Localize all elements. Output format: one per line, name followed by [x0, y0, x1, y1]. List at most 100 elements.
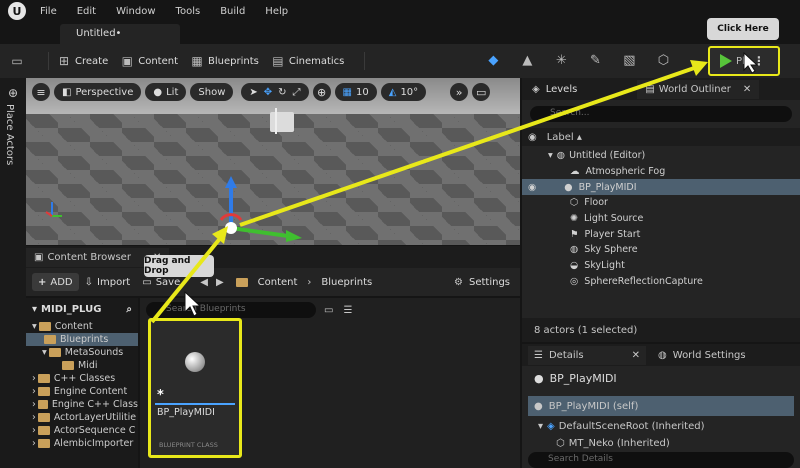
outliner-row-label: Player Start [584, 228, 641, 240]
outliner-column-label[interactable]: Label ▴ [547, 132, 582, 143]
breadcrumb-blueprints[interactable]: Blueprints [321, 277, 372, 288]
save-search-icon[interactable]: ▭ [324, 305, 333, 316]
tree-item[interactable]: ▾ Content [26, 320, 138, 333]
folder-icon [37, 426, 50, 435]
tab-world-outliner[interactable]: ▤ World Outliner ✕ [637, 79, 760, 99]
breadcrumb-content[interactable]: Content [258, 277, 298, 288]
settings-button[interactable]: Settings [469, 277, 510, 288]
history-back-icon[interactable]: ◀ [200, 277, 208, 288]
content-button[interactable]: ▣ Content [120, 54, 178, 68]
create-label: Create [75, 55, 109, 67]
modeling-mode-icon[interactable]: ⬡ [655, 53, 671, 69]
outliner-row-selected[interactable]: ◉ ● BP_PlayMIDI [522, 179, 800, 196]
expand-arrow-icon[interactable]: ▾ [538, 421, 543, 432]
expand-arrow-icon[interactable]: › [32, 386, 36, 397]
visibility-eye-icon[interactable]: ◉ [528, 132, 537, 143]
filter-icon[interactable]: ☰ [343, 305, 352, 316]
content-browser-tab-bar: ▣ Content Browser ✕ [26, 246, 520, 268]
menu-build[interactable]: Build [220, 6, 245, 17]
tab-world-settings[interactable]: World Settings [673, 350, 746, 361]
cinematics-button[interactable]: ▤ Cinematics [271, 54, 345, 68]
details-search-input[interactable]: Search Details [528, 452, 794, 468]
play-options-icon[interactable]: ⋮ [753, 54, 765, 68]
folder-icon [62, 361, 74, 370]
document-tab[interactable]: Untitled• [60, 24, 180, 44]
project-root-label: MIDI_PLUG [41, 303, 102, 315]
search-icon[interactable]: ⌕ [126, 304, 132, 315]
level-viewport[interactable]: ≡ ◧ Perspective ● Lit Show ➤ ✥ ↻ ⤢ ⊕ ▦ 10 ◭… [26, 78, 520, 245]
asset-tile[interactable]: * BP_PlayMIDI BLUEPRINT CLASS [148, 318, 242, 458]
save-icon[interactable]: ▭ [10, 54, 28, 68]
menu-file[interactable]: File [40, 6, 57, 17]
outliner-row[interactable]: ◍ Sky Sphere [522, 242, 800, 258]
menu-edit[interactable]: Edit [77, 6, 96, 17]
blueprints-icon: ▦ [191, 54, 203, 68]
details-label: Details [548, 349, 584, 361]
menu-tools[interactable]: Tools [176, 6, 201, 17]
asset-modified-star: * [157, 388, 164, 403]
component-row[interactable]: ▾ ◈ DefaultSceneRoot (Inherited) [522, 416, 800, 436]
content-browser-icon: ▣ [34, 251, 44, 263]
history-forward-icon[interactable]: ▶ [216, 277, 224, 288]
tree-item-selected[interactable]: Blueprints [26, 333, 138, 346]
outliner-row[interactable]: ☁ Atmospheric Fog [522, 164, 800, 180]
details-self-row[interactable]: ● BP_PlayMIDI (self) [528, 396, 794, 416]
tree-item[interactable]: ▾ MetaSounds [26, 346, 138, 359]
create-button[interactable]: ⊞ Create [57, 54, 108, 68]
folder-icon [37, 400, 48, 409]
close-icon[interactable]: ✕ [632, 350, 640, 361]
player-start-icon [270, 108, 294, 134]
expand-arrow-icon[interactable]: › [32, 399, 36, 410]
mesh-paint-mode-icon[interactable]: ▧ [621, 53, 637, 69]
toolbar-divider [48, 52, 49, 70]
outliner-search-input[interactable]: Search... [530, 106, 792, 122]
tree-item[interactable]: › C++ Classes [26, 372, 138, 385]
add-button[interactable]: + ADD [32, 273, 79, 291]
tree-item-label: Midi [78, 360, 98, 371]
toolbar-divider [364, 52, 366, 70]
select-mode-icon[interactable]: ◆ [485, 53, 501, 69]
menu-window[interactable]: Window [116, 6, 155, 17]
expand-arrow-icon[interactable]: ▾ [32, 321, 37, 332]
close-icon[interactable]: ✕ [743, 84, 751, 95]
expand-arrow-icon[interactable]: ▾ [42, 347, 47, 358]
tree-item[interactable]: › AlembicImporter [26, 437, 138, 450]
paint-mode-icon[interactable]: ✎ [587, 53, 603, 69]
tree-item-label: Blueprints [60, 334, 109, 345]
play-button[interactable]: Pl ⋮ [708, 46, 780, 76]
outliner-row[interactable]: ▾ ◍ Untitled (Editor) [522, 148, 800, 164]
tree-item[interactable]: › Engine C++ Class [26, 398, 138, 411]
place-actors-label[interactable]: Place Actors [4, 104, 15, 165]
landscape-mode-icon[interactable]: ▲ [519, 53, 535, 69]
import-button[interactable]: ⇩ Import [79, 273, 137, 291]
plus-icon: + [38, 276, 47, 288]
play-label: Pl [736, 55, 745, 67]
outliner-row[interactable]: ⬡ Floor [522, 195, 800, 211]
outliner-row[interactable]: ◎ SphereReflectionCapture [522, 274, 800, 290]
world-outliner-label: World Outliner [658, 83, 731, 95]
outliner-row[interactable]: ⚑ Player Start [522, 226, 800, 242]
expand-arrow-icon[interactable]: › [32, 412, 36, 423]
outliner-row[interactable]: ✺ Light Source [522, 211, 800, 227]
cinematics-label: Cinematics [288, 55, 345, 67]
foliage-mode-icon[interactable]: ✳ [553, 53, 569, 69]
component-row[interactable]: ⬡ MT_Neko (Inherited) [522, 436, 800, 450]
expand-arrow-icon[interactable]: › [32, 438, 36, 449]
expand-arrow-icon[interactable]: ▾ [548, 150, 553, 161]
outliner-icon: ▤ [645, 83, 655, 95]
tab-levels[interactable]: Levels [546, 84, 578, 95]
tree-item[interactable]: › Engine Content [26, 385, 138, 398]
outliner-row[interactable]: ◒ SkyLight [522, 258, 800, 274]
tree-item[interactable]: › ActorSequence C [26, 424, 138, 437]
expand-arrow-icon[interactable]: › [32, 425, 36, 436]
place-actors-icon[interactable]: ⊕ [8, 86, 18, 100]
tab-details[interactable]: ☰ Details ✕ [528, 345, 647, 365]
blueprints-button[interactable]: ▦ Blueprints [190, 54, 259, 68]
visibility-eye-icon[interactable]: ◉ [528, 182, 536, 193]
tree-item[interactable]: Midi [26, 359, 138, 372]
menu-help[interactable]: Help [265, 6, 288, 17]
expand-arrow-icon[interactable]: › [32, 373, 36, 384]
tree-item[interactable]: › ActorLayerUtilitie [26, 411, 138, 424]
asset-search-input[interactable]: Search Blueprints [146, 302, 316, 318]
collapse-icon[interactable]: ▾ [32, 304, 37, 315]
